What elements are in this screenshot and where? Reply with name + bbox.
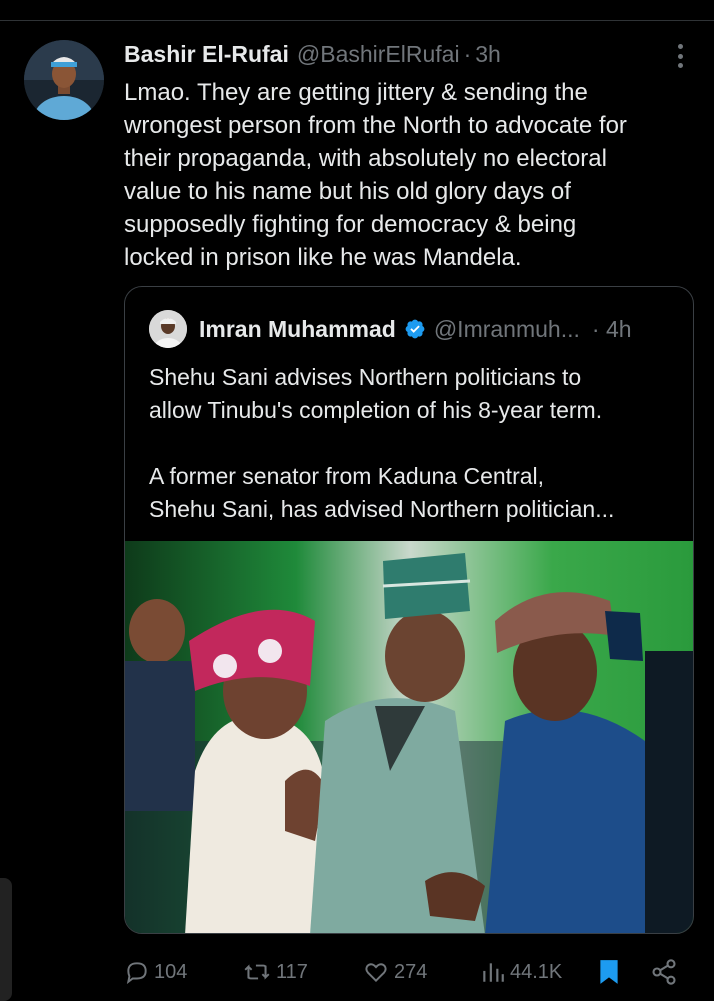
top-divider xyxy=(0,20,714,21)
bookmark-icon xyxy=(600,960,618,984)
quote-time: · 4h xyxy=(591,315,632,342)
tweet-header: Bashir El-Rufai @BashirElRufai · 3h xyxy=(124,38,501,70)
views-icon xyxy=(483,963,504,982)
quote-author-handle: @Imranmuh... xyxy=(433,315,580,342)
quoted-tweet[interactable]: Imran Muhammad @Imranmuh... · 4h Shehu S… xyxy=(124,286,694,934)
like-icon xyxy=(365,963,387,983)
author-avatar[interactable] xyxy=(24,40,104,120)
reply-count: 104 xyxy=(154,960,188,983)
views-button[interactable]: 44.1K xyxy=(480,952,562,992)
side-handle[interactable] xyxy=(0,878,12,1001)
quote-photo[interactable] xyxy=(125,541,693,933)
share-button[interactable] xyxy=(650,952,682,992)
reply-button[interactable]: 104 xyxy=(124,952,187,992)
verified-icon xyxy=(405,319,425,339)
more-icon[interactable] xyxy=(668,42,692,70)
tweet-text: Lmao. They are getting jittery & sending… xyxy=(124,79,627,271)
views-count: 44.1K xyxy=(510,960,563,983)
quote-text: Shehu Sani advises Northern politicians … xyxy=(149,364,615,522)
like-count: 274 xyxy=(394,960,428,983)
author-handle[interactable]: @BashirElRufai xyxy=(297,41,460,68)
repost-count: 117 xyxy=(276,960,308,983)
separator: · xyxy=(463,40,472,67)
reply-icon xyxy=(126,962,147,985)
tweet-time[interactable]: 3h xyxy=(475,41,501,68)
quote-header: Imran Muhammad @Imranmuh... · 4h xyxy=(149,309,632,349)
action-bar: 104 117 274 44.1K xyxy=(124,952,694,992)
quote-author-name: Imran Muhammad xyxy=(199,315,396,342)
like-button[interactable]: 274 xyxy=(362,952,427,992)
quote-author-avatar xyxy=(149,310,187,348)
author-name[interactable]: Bashir El-Rufai xyxy=(124,41,289,68)
share-icon xyxy=(652,959,676,985)
repost-button[interactable]: 117 xyxy=(242,952,308,992)
bookmark-button[interactable] xyxy=(596,952,626,992)
repost-icon xyxy=(244,964,270,980)
